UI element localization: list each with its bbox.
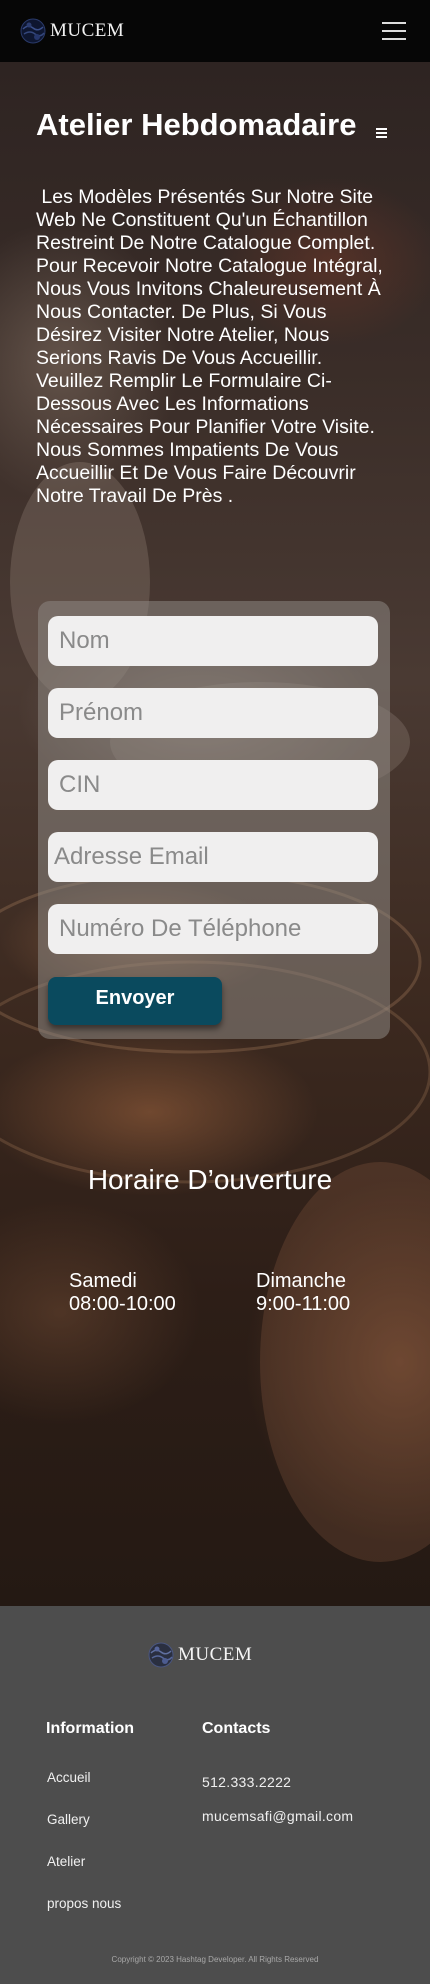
visit-form: Envoyer	[38, 601, 390, 1039]
site-header: MUCEM	[0, 0, 430, 62]
cin-input[interactable]	[48, 760, 378, 810]
footer-link-propos-nous[interactable]: propos nous	[47, 1896, 121, 1911]
site-footer: MUCEM Information Contacts Accueil Galle…	[0, 1606, 430, 1984]
hours-title: Horaire D’ouverture	[87, 1164, 333, 1195]
day-label: Samedi	[69, 1270, 137, 1292]
footer-logo-text: MUCEM	[178, 1644, 253, 1665]
globe-logo-icon	[146, 1640, 176, 1670]
email-input[interactable]	[48, 832, 378, 882]
submit-button[interactable]: Envoyer	[48, 977, 222, 1025]
hamburger-menu-icon[interactable]	[382, 21, 406, 41]
footer-link-atelier[interactable]: Atelier	[47, 1854, 85, 1869]
time-label: 9:00-11:00	[256, 1293, 351, 1315]
day-label: Dimanche	[256, 1270, 347, 1292]
information-heading: Information	[46, 1720, 134, 1737]
time-label: 08:00-10:00	[69, 1293, 176, 1315]
prenom-input[interactable]	[48, 688, 378, 738]
footer-logo[interactable]: MUCEM	[146, 1640, 252, 1670]
contacts-heading: Contacts	[202, 1720, 271, 1737]
logo[interactable]: MUCEM	[18, 16, 124, 46]
copyright-text: Copyright © 2023 Hashtag Developer. All …	[111, 1955, 319, 1964]
intro-paragraph: Les Modèles Présentés Sur Notre Site Web…	[36, 186, 383, 507]
logo-text: MUCEM	[50, 20, 125, 41]
contact-email[interactable]: mucemsafi@gmail.com	[202, 1808, 353, 1824]
contact-phone[interactable]: 512.333.2222	[202, 1774, 291, 1790]
hero-section: Atelier Hebdomadaire Les Modèles Présent…	[0, 62, 430, 1606]
footer-link-gallery[interactable]: Gallery	[47, 1812, 90, 1827]
hours-sunday: Dimanche 9:00-11:00	[256, 1270, 350, 1316]
footer-link-accueil[interactable]: Accueil	[47, 1770, 91, 1785]
nom-input[interactable]	[48, 616, 378, 666]
small-menu-icon[interactable]	[376, 128, 387, 138]
globe-logo-icon	[18, 16, 48, 46]
phone-input[interactable]	[48, 904, 378, 954]
hours-saturday: Samedi 08:00-10:00	[69, 1270, 176, 1316]
page-title: Atelier Hebdomadaire	[36, 107, 357, 142]
